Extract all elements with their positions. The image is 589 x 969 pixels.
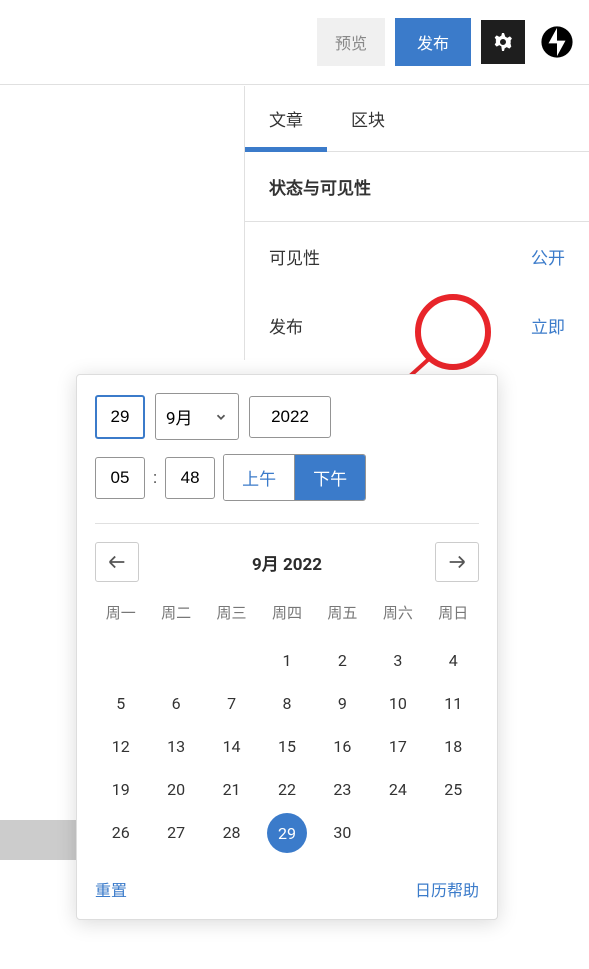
row-visibility: 可见性 公开 <box>245 222 589 291</box>
calendar-day[interactable]: 9 <box>317 684 368 723</box>
calendar-dow: 周三 <box>206 594 257 637</box>
calendar-day[interactable]: 6 <box>150 684 201 723</box>
calendar-day[interactable]: 11 <box>428 684 479 723</box>
next-month-button[interactable] <box>435 542 479 582</box>
calendar-day[interactable]: 14 <box>206 727 257 766</box>
jetpack-button[interactable] <box>535 20 579 64</box>
datepicker-popup: 9月 : 上午 下午 9月 2022 周一周二周三周四周五周六周日1234567… <box>76 374 498 920</box>
calendar-dow: 周一 <box>95 594 146 637</box>
calendar-day[interactable]: 24 <box>372 770 423 809</box>
publish-label: 发布 <box>269 313 303 338</box>
calendar-dow: 周四 <box>261 594 312 637</box>
top-toolbar: 预览 发布 <box>0 0 589 85</box>
calendar-day[interactable]: 26 <box>95 813 146 853</box>
calendar-day[interactable]: 3 <box>372 641 423 680</box>
preview-button[interactable]: 预览 <box>317 18 385 66</box>
publish-value[interactable]: 立即 <box>531 313 565 338</box>
tab-block[interactable]: 区块 <box>327 86 409 151</box>
background-strip <box>0 820 76 860</box>
time-colon: : <box>153 468 157 488</box>
time-inputs-row: : 上午 下午 <box>95 454 479 524</box>
tab-post[interactable]: 文章 <box>245 86 327 151</box>
visibility-value[interactable]: 公开 <box>531 244 565 269</box>
lightning-circle-icon <box>540 25 574 59</box>
calendar-day[interactable]: 30 <box>317 813 368 853</box>
settings-button[interactable] <box>481 20 525 64</box>
calendar-help-link[interactable]: 日历帮助 <box>415 877 479 901</box>
calendar-day[interactable]: 12 <box>95 727 146 766</box>
row-publish: 发布 立即 <box>245 291 589 360</box>
calendar-dow: 周二 <box>150 594 201 637</box>
reset-link[interactable]: 重置 <box>95 877 127 901</box>
date-inputs-row: 9月 <box>95 393 479 440</box>
calendar-day[interactable]: 15 <box>261 727 312 766</box>
calendar-day[interactable]: 1 <box>261 641 312 680</box>
calendar-day[interactable]: 17 <box>372 727 423 766</box>
minute-input[interactable] <box>165 457 215 499</box>
calendar-day[interactable]: 18 <box>428 727 479 766</box>
calendar-day[interactable]: 22 <box>261 770 312 809</box>
calendar-day[interactable]: 25 <box>428 770 479 809</box>
calendar-day[interactable]: 8 <box>261 684 312 723</box>
calendar-grid: 周一周二周三周四周五周六周日12345678910111213141516171… <box>95 594 479 853</box>
calendar-dow: 周五 <box>317 594 368 637</box>
publish-button[interactable]: 发布 <box>395 18 471 66</box>
gear-icon <box>491 30 515 54</box>
arrow-right-icon <box>446 554 468 570</box>
calendar-day[interactable]: 2 <box>317 641 368 680</box>
day-input[interactable] <box>95 395 145 439</box>
calendar-dow: 周六 <box>372 594 423 637</box>
calendar-dow: 周日 <box>428 594 479 637</box>
chevron-down-icon <box>214 410 228 424</box>
calendar-day[interactable]: 23 <box>317 770 368 809</box>
hour-input[interactable] <box>95 457 145 499</box>
calendar-day[interactable]: 19 <box>95 770 146 809</box>
calendar-title: 9月 2022 <box>252 550 322 575</box>
calendar-empty-cell <box>206 641 257 680</box>
calendar-empty-cell <box>150 641 201 680</box>
calendar-day[interactable]: 16 <box>317 727 368 766</box>
am-button[interactable]: 上午 <box>224 455 295 500</box>
ampm-toggle: 上午 下午 <box>223 454 366 501</box>
visibility-label: 可见性 <box>269 244 320 269</box>
pm-button[interactable]: 下午 <box>295 455 365 500</box>
year-input[interactable] <box>249 396 331 438</box>
datepicker-footer: 重置 日历帮助 <box>95 853 479 901</box>
calendar-day[interactable]: 5 <box>95 684 146 723</box>
calendar-day[interactable]: 29 <box>267 813 307 853</box>
settings-sidebar: 文章 区块 状态与可见性 可见性 公开 发布 立即 <box>244 86 589 360</box>
arrow-left-icon <box>106 554 128 570</box>
month-value: 9月 <box>166 404 193 429</box>
calendar-day[interactable]: 20 <box>150 770 201 809</box>
calendar-day[interactable]: 4 <box>428 641 479 680</box>
calendar-header: 9月 2022 <box>95 542 479 582</box>
month-select[interactable]: 9月 <box>155 393 239 440</box>
calendar-day[interactable]: 13 <box>150 727 201 766</box>
panel-title: 状态与可见性 <box>269 174 565 199</box>
panel-status-visibility[interactable]: 状态与可见性 <box>245 152 589 222</box>
sidebar-tabs: 文章 区块 <box>245 86 589 152</box>
calendar-day[interactable]: 28 <box>206 813 257 853</box>
calendar-empty-cell <box>95 641 146 680</box>
calendar-day[interactable]: 10 <box>372 684 423 723</box>
calendar-day[interactable]: 27 <box>150 813 201 853</box>
prev-month-button[interactable] <box>95 542 139 582</box>
calendar-day[interactable]: 7 <box>206 684 257 723</box>
calendar-day[interactable]: 21 <box>206 770 257 809</box>
